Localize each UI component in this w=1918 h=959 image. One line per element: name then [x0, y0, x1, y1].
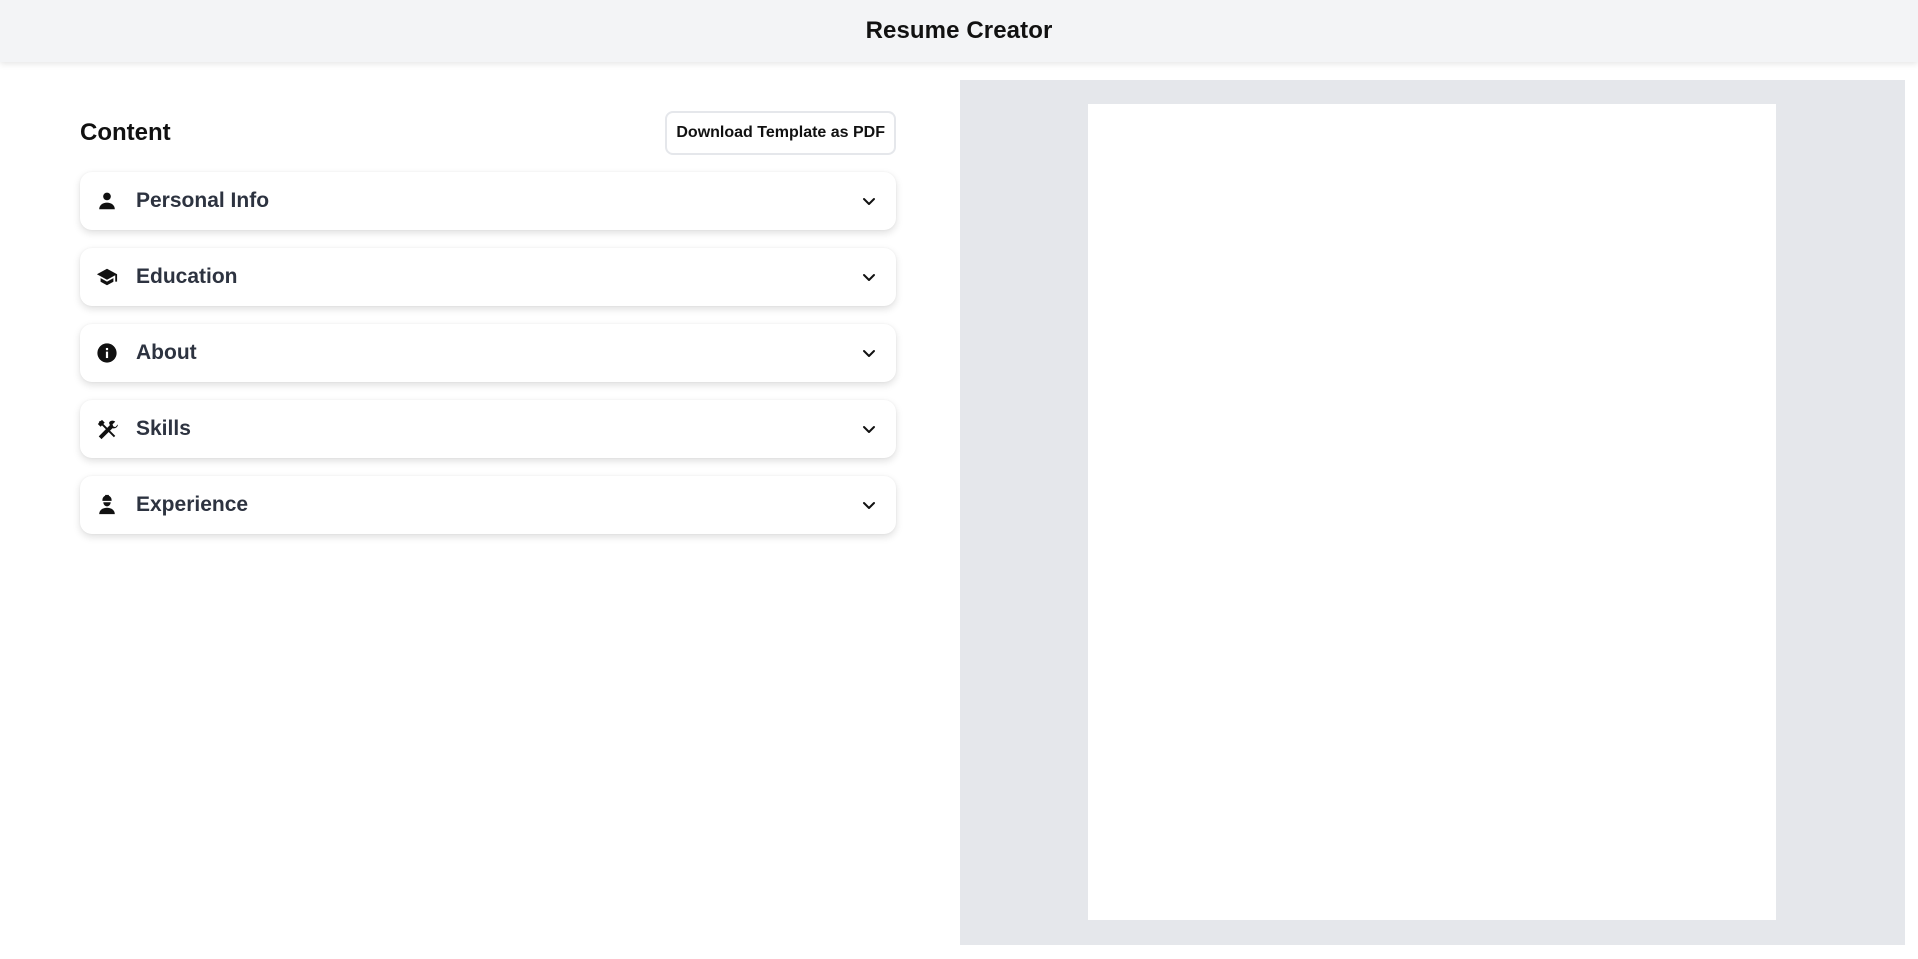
content-title: Content [80, 119, 171, 146]
top-bar: Resume Creator [0, 0, 1918, 62]
download-pdf-button[interactable]: Download Template as PDF [665, 111, 896, 155]
section-label: Skills [136, 417, 191, 440]
person-icon [96, 190, 118, 212]
info-icon [96, 342, 118, 364]
app-title: Resume Creator [865, 17, 1053, 44]
engineer-icon [96, 494, 118, 516]
section-education[interactable]: Education [80, 248, 896, 306]
section-about[interactable]: About [80, 324, 896, 382]
preview-panel [960, 80, 1905, 945]
chevron-down-icon [860, 344, 878, 362]
section-label: Experience [136, 493, 249, 516]
chevron-down-icon [860, 420, 878, 438]
chevron-down-icon [860, 496, 878, 514]
section-skills[interactable]: Skills [80, 400, 896, 458]
graduation-cap-icon [96, 266, 118, 288]
content-header: Content Download Template as PDF [80, 110, 896, 156]
section-experience[interactable]: Experience [80, 476, 896, 534]
chevron-down-icon [860, 268, 878, 286]
section-label: About [136, 341, 197, 364]
section-label: Education [136, 265, 238, 288]
resume-preview-page [1088, 104, 1776, 920]
section-label: Personal Info [136, 189, 270, 212]
tools-icon [96, 418, 118, 440]
section-personal-info[interactable]: Personal Info [80, 172, 896, 230]
chevron-down-icon [860, 192, 878, 210]
content-editor: Content Download Template as PDF Persona… [80, 110, 896, 552]
